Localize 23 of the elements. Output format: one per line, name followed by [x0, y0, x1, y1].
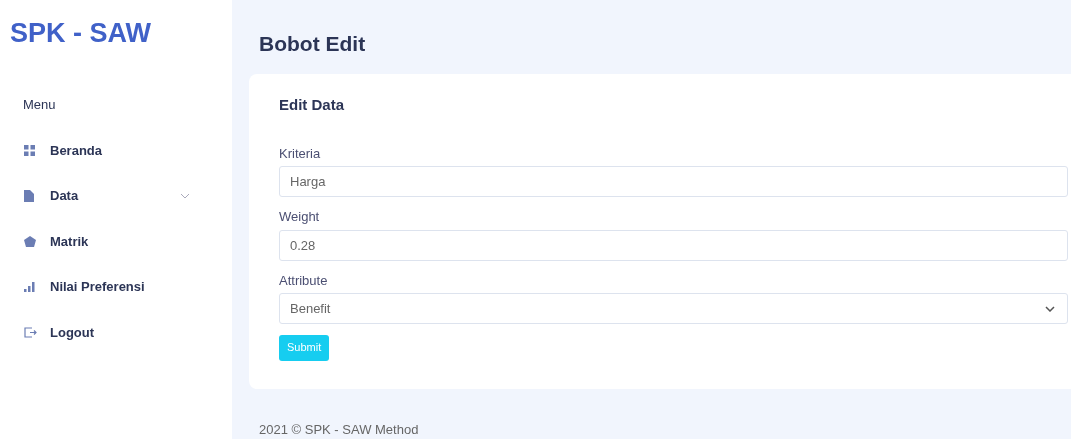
grid-icon	[24, 144, 35, 156]
attribute-select[interactable]: Benefit	[279, 293, 1068, 325]
page-title: Bobot Edit	[258, 31, 367, 57]
chevron-down-icon	[180, 192, 190, 199]
sidebar-item[interactable]: Matrik	[0, 218, 232, 264]
card-title: Edit Data	[279, 95, 345, 116]
field-label: Attribute	[279, 271, 329, 290]
brand-title: SPK - SAW	[9, 17, 152, 49]
chevron-down-icon	[1045, 305, 1055, 312]
sidebar-item[interactable]: Beranda	[0, 127, 232, 173]
sidebar-item[interactable]: Data	[0, 173, 232, 219]
input-field[interactable]: 0.28	[279, 229, 1068, 261]
file-icon	[24, 189, 34, 202]
logout-icon	[24, 326, 37, 338]
menu-heading: Menu	[22, 96, 57, 114]
sidebar-item[interactable]: Logout	[0, 309, 232, 355]
footer-text: 2021 © SPK - SAW Method	[258, 420, 420, 439]
pentagon-icon	[24, 235, 36, 247]
sidebar-item[interactable]: Nilai Preferensi	[0, 264, 232, 310]
input-field[interactable]: Harga	[279, 166, 1068, 198]
field-label: Weight	[279, 208, 321, 227]
field-label: Kriteria	[279, 144, 322, 163]
bar-chart-icon	[24, 281, 35, 292]
